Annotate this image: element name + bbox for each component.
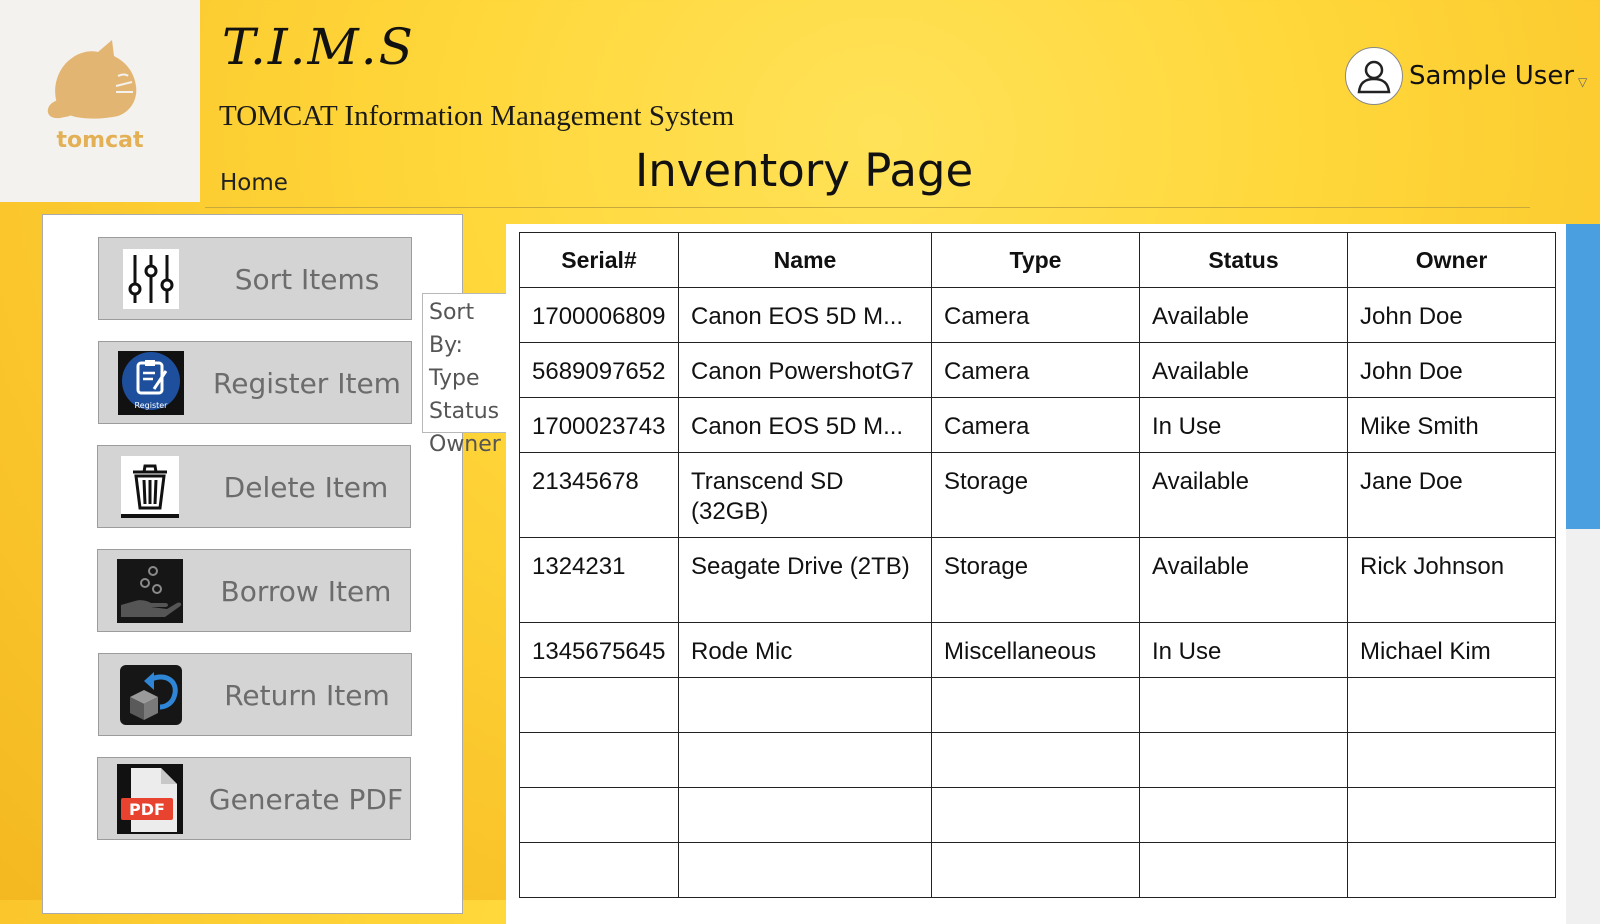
cell-status: In Use xyxy=(1139,397,1348,453)
cell-owner: Michael Kim xyxy=(1347,622,1556,678)
page-title: Inventory Page xyxy=(635,144,974,197)
logo-text: tomcat xyxy=(56,128,144,153)
scrollbar-thumb[interactable] xyxy=(1566,224,1600,529)
generate-pdf-label: Generate PDF xyxy=(208,783,404,816)
register-clipboard-icon: Register xyxy=(117,351,185,415)
table-row-empty[interactable] xyxy=(519,787,1556,843)
borrow-item-button[interactable]: Borrow Item xyxy=(97,549,411,632)
cell-owner: Rick Johnson xyxy=(1347,537,1556,623)
cell-type: Camera xyxy=(931,287,1140,343)
cell-owner: John Doe xyxy=(1347,342,1556,398)
header-divider xyxy=(205,207,1530,208)
user-menu[interactable]: Sample User ▽ xyxy=(1345,46,1587,106)
logo: tomcat xyxy=(0,0,200,202)
cell-name: Transcend SD (32GB) xyxy=(678,452,932,538)
sort-items-label: Sort Items xyxy=(234,263,380,296)
register-item-label: Register Item xyxy=(213,367,401,400)
generate-pdf-button[interactable]: PDF Generate PDF xyxy=(97,757,411,840)
cell-name: Seagate Drive (2TB) xyxy=(678,537,932,623)
cell-serial: 1700006809 xyxy=(519,287,679,343)
table-scrollbar[interactable] xyxy=(1566,224,1600,924)
inventory-table: Serial# Name Type Status Owner 170000680… xyxy=(519,232,1556,898)
return-box-icon xyxy=(117,664,185,726)
cell-status: Available xyxy=(1139,342,1348,398)
cell-name: Canon EOS 5D M... xyxy=(678,397,932,453)
sort-menu-title: Sort By: xyxy=(429,300,475,358)
cell-owner: Jane Doe xyxy=(1347,452,1556,538)
register-item-button[interactable]: Register Register Item xyxy=(98,341,412,424)
trash-icon xyxy=(116,456,184,518)
cell-type: Storage xyxy=(931,537,1140,623)
pdf-file-icon: PDF xyxy=(116,764,184,834)
column-header-serial[interactable]: Serial# xyxy=(519,232,679,288)
column-header-type[interactable]: Type xyxy=(931,232,1140,288)
table-row-empty[interactable] xyxy=(519,842,1556,898)
column-header-owner[interactable]: Owner xyxy=(1347,232,1556,288)
brand-title: T.I.M.S xyxy=(222,18,415,76)
sort-option-owner[interactable]: Owner xyxy=(429,428,509,461)
cell-serial: 1345675645 xyxy=(519,622,679,678)
column-header-name[interactable]: Name xyxy=(678,232,932,288)
table-row[interactable]: 5689097652 Canon PowershotG7 Camera Avai… xyxy=(519,342,1556,398)
cell-status: Available xyxy=(1139,452,1348,538)
column-header-status[interactable]: Status xyxy=(1139,232,1348,288)
table-row-empty[interactable] xyxy=(519,732,1556,788)
return-item-button[interactable]: Return Item xyxy=(98,653,412,736)
hand-coins-icon xyxy=(116,559,184,623)
table-row-empty[interactable] xyxy=(519,677,1556,733)
cell-name: Canon EOS 5D M... xyxy=(678,287,932,343)
brand-subtitle: TOMCAT Information Management System xyxy=(219,100,735,132)
delete-item-label: Delete Item xyxy=(223,471,389,504)
cell-owner: Mike Smith xyxy=(1347,397,1556,453)
cell-type: Camera xyxy=(931,397,1140,453)
cell-name: Rode Mic xyxy=(678,622,932,678)
svg-text:Register: Register xyxy=(135,401,169,410)
cell-type: Storage xyxy=(931,452,1140,538)
table-row[interactable]: 1345675645 Rode Mic Miscellaneous In Use… xyxy=(519,622,1556,678)
table-header-row: Serial# Name Type Status Owner xyxy=(519,232,1556,288)
cell-status: In Use xyxy=(1139,622,1348,678)
cell-type: Miscellaneous xyxy=(931,622,1140,678)
table-row[interactable]: 21345678 Transcend SD (32GB) Storage Ava… xyxy=(519,452,1556,538)
sort-option-type[interactable]: Type xyxy=(429,362,509,395)
cell-serial: 1700023743 xyxy=(519,397,679,453)
cell-name: Canon PowershotG7 xyxy=(678,342,932,398)
user-name: Sample User xyxy=(1409,61,1575,91)
table-row[interactable]: 1700006809 Canon EOS 5D M... Camera Avai… xyxy=(519,287,1556,343)
cell-serial: 21345678 xyxy=(519,452,679,538)
cell-type: Camera xyxy=(931,342,1140,398)
sort-option-status[interactable]: Status xyxy=(429,395,509,428)
delete-item-button[interactable]: Delete Item xyxy=(97,445,411,528)
sort-items-button[interactable]: Sort Items xyxy=(98,237,412,320)
user-avatar-icon xyxy=(1345,47,1403,105)
svg-text:PDF: PDF xyxy=(129,800,165,819)
table-row[interactable]: 1324231 Seagate Drive (2TB) Storage Avai… xyxy=(519,537,1556,623)
nav-home-link[interactable]: Home xyxy=(220,170,288,196)
cell-status: Available xyxy=(1139,287,1348,343)
cell-status: Available xyxy=(1139,537,1348,623)
cell-serial: 1324231 xyxy=(519,537,679,623)
table-row[interactable]: 1700023743 Canon EOS 5D M... Camera In U… xyxy=(519,397,1556,453)
cell-owner: John Doe xyxy=(1347,287,1556,343)
tomcat-cat-icon xyxy=(47,40,137,119)
sliders-icon xyxy=(117,248,185,310)
borrow-item-label: Borrow Item xyxy=(220,575,392,608)
return-item-label: Return Item xyxy=(224,679,390,712)
cell-serial: 5689097652 xyxy=(519,342,679,398)
sort-menu: Sort By: Type Status Owner xyxy=(422,293,516,457)
chevron-down-icon: ▽ xyxy=(1578,75,1588,89)
